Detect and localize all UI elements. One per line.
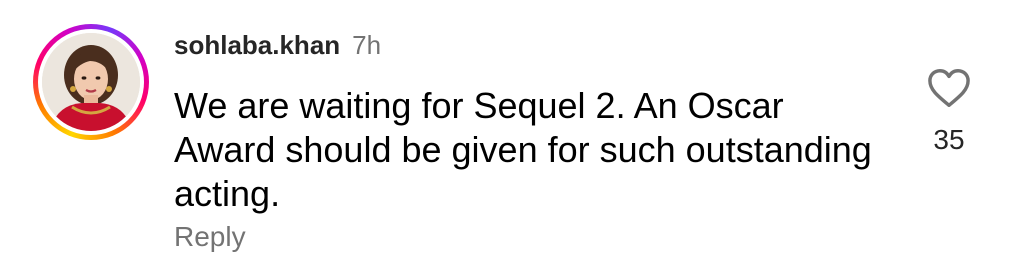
username-link[interactable]: sohlaba.khan [174, 30, 340, 61]
avatar-story-ring[interactable] [33, 24, 149, 140]
avatar[interactable] [42, 33, 140, 131]
heart-outline-icon[interactable] [927, 68, 971, 108]
like-count: 35 [933, 124, 965, 155]
reply-button[interactable]: Reply [174, 221, 246, 253]
avatar-image [42, 33, 140, 131]
comment-timestamp: 7h [352, 30, 382, 60]
comment-header: sohlaba.khan 7h [174, 30, 381, 64]
comment-item: sohlaba.khan 7h We are waiting for Seque… [0, 0, 1024, 262]
comment-text: We are waiting for Sequel 2. An Oscar Aw… [174, 85, 872, 214]
